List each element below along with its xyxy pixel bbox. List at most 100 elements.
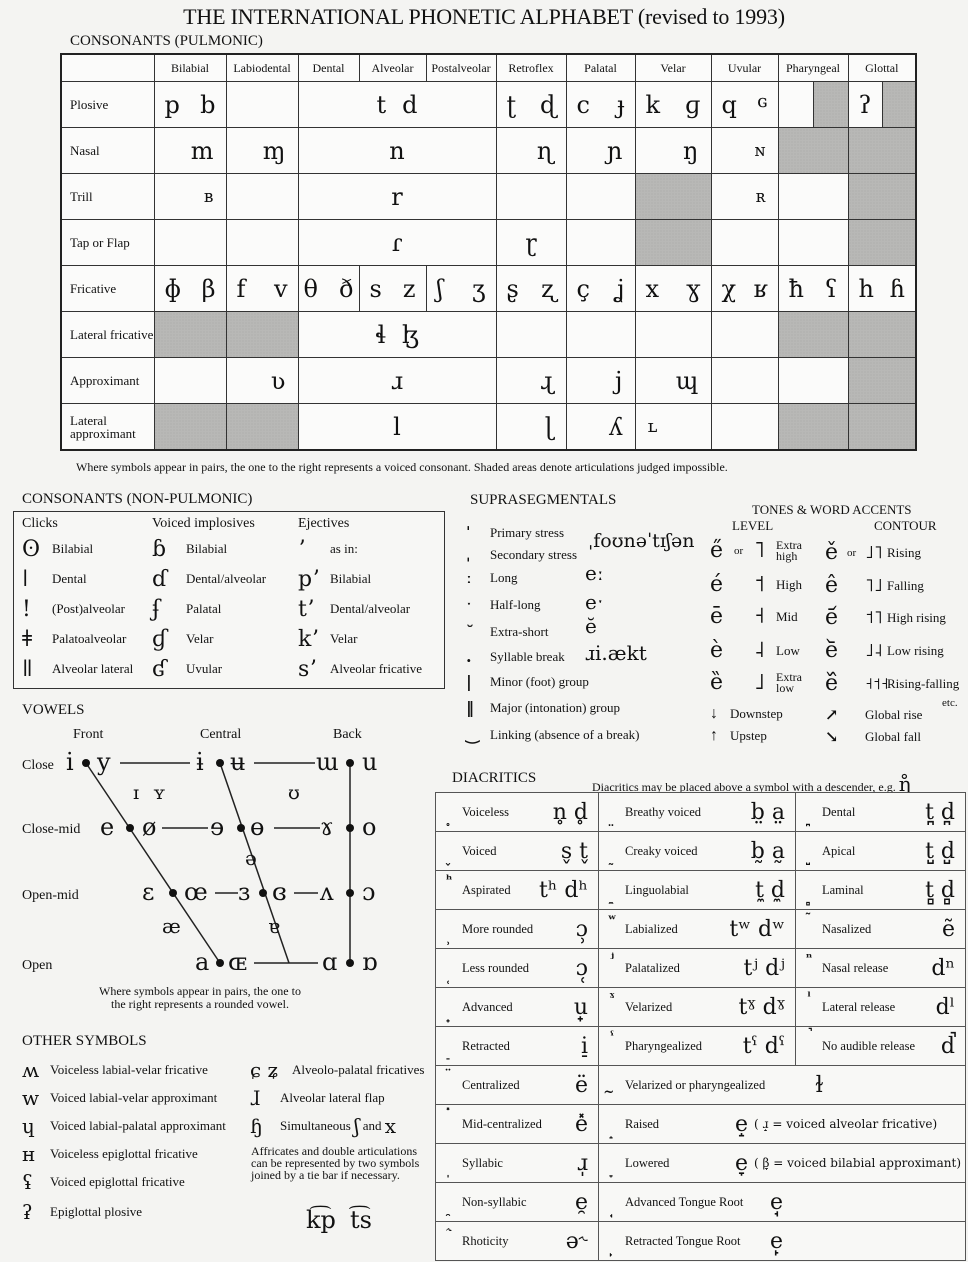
diacritic-example: d̚: [940, 1033, 955, 1059]
diacritic-cell: ʷ Labialized tʷ dʷ: [598, 909, 796, 949]
diacritic-mark-icon: ̤: [609, 812, 615, 827]
diacritic-mark-icon: ʰ: [445, 873, 453, 888]
tone-example: e᷈: [825, 671, 839, 696]
tone-label: High rising: [887, 609, 946, 625]
diacritic-row: ̈ Centralized ë ̴ Velarized or pharyngealiz…: [435, 1065, 966, 1105]
diacritic-mark-icon: ̹: [446, 929, 452, 944]
other-symbol-row: w Voiced labial-velar approximant: [22, 1086, 217, 1110]
secondary-stress-icon: ˌ: [466, 545, 471, 564]
diacritic-mark-icon: ˤ: [609, 1029, 615, 1044]
diacritic-example: tˤ dˤ: [742, 1033, 785, 1059]
tone-label: Falling: [887, 577, 924, 593]
diacritic-label: Voiced: [462, 843, 497, 858]
other-symbol-row: ʡ Epiglottal plosive: [22, 1200, 142, 1224]
diacritic-cell: ̝ Raised e̝ ( ɹ̝ = voiced alveolar fricativ…: [598, 1104, 966, 1144]
half-long-example: eˑ: [585, 590, 604, 614]
vowel-dot: [169, 889, 177, 897]
linking-icon: ‿: [466, 725, 479, 744]
other-symbol-row: ʍ Voiceless labial-velar fricative: [22, 1058, 208, 1082]
diacritic-example: t̼ d̼: [755, 877, 785, 903]
tone-level-row: ē ˧ Mid: [710, 604, 798, 629]
diacritic-cell: ̚ No audible release d̚: [795, 1026, 966, 1066]
ipa-symbol: ɦ: [889, 274, 905, 303]
vowel-symbol: e: [100, 813, 115, 841]
vowel-symbol: ɛ: [142, 878, 155, 906]
shaded-cell: [847, 127, 917, 174]
col-header: Pharyngeal: [777, 53, 849, 82]
vowel-symbol: ɪ: [133, 782, 140, 804]
vowel-dot: [216, 959, 224, 967]
diacritic-cell: ˡ Lateral release dˡ: [795, 987, 966, 1027]
ipa-symbol: ɕ ʑ: [250, 1058, 279, 1082]
ipa-symbol: ɡ: [685, 90, 701, 119]
diacritic-label: Advanced: [462, 999, 513, 1014]
vowel-symbol: ʊ: [288, 782, 300, 804]
diacritic-label: Linguolabial: [625, 882, 689, 897]
long-mark-icon: ː: [466, 568, 472, 587]
symbol-label: Voiced epiglottal fricative: [50, 1174, 185, 1189]
shaded-cell: [812, 81, 849, 128]
col-header: Palatal: [565, 53, 636, 82]
major-group-icon: ‖: [466, 698, 474, 717]
ipa-symbol: ʐ: [541, 274, 556, 303]
ipa-symbol: ʃ: [354, 1114, 360, 1138]
diacritic-example: dⁿ: [931, 955, 955, 981]
symbol-label: Voiced labial-palatal approximant: [50, 1118, 226, 1133]
tone-example: ȅ: [710, 670, 724, 695]
diacritic-row: ̯ Non-syllabic e̯ ̘ Advanced Tongue Root e̘: [435, 1182, 966, 1222]
diacritic-cell: ̰ Creaky voiced b̰ a̰: [598, 831, 796, 871]
supra-item: ˈ Primary stress: [466, 523, 564, 542]
tone-example: ē: [710, 604, 724, 629]
vowel-dot: [346, 759, 354, 767]
vowel-symbol: a: [195, 948, 210, 976]
tone-contour-row: ê ˥˩ Falling: [825, 573, 924, 598]
affricate-note: Affricates and double articulations can …: [251, 1144, 420, 1182]
diacritic-cell: ̩ Syllabic ɹ̩: [435, 1143, 599, 1183]
other-symbol-row: ɕ ʑ Alveolo-palatal fricatives: [250, 1058, 424, 1082]
ipa-symbol: h: [858, 274, 874, 303]
diacritics-heading: DIACRITICS: [452, 770, 537, 786]
diacritic-example: ë: [574, 1072, 588, 1098]
diacritic-cell: ̯ Non-syllabic e̯: [435, 1182, 599, 1222]
tone-label: Extra high: [776, 537, 802, 563]
diacritic-label: Lateral release: [822, 999, 896, 1014]
diacritic-label: Velarized: [625, 999, 673, 1014]
tone-label: Global fall: [865, 729, 921, 744]
symbol-label: Alveolo-palatal fricatives: [292, 1062, 425, 1077]
tone-letter-icon: ˦˥: [865, 607, 883, 628]
vowels-note: Where symbols appear in pairs, the one t…: [99, 984, 301, 1011]
ipa-symbol: ɟ: [616, 90, 625, 119]
symbol-label: Epiglottal plosive: [50, 1204, 143, 1219]
shaded-cell: [634, 219, 712, 266]
diacritic-example: t̻ d̻: [925, 877, 955, 903]
ipa-symbol: ŋ: [634, 127, 712, 174]
tone-letter-icon: ˧: [754, 604, 765, 629]
tone-level-row: é ˦ High: [710, 572, 802, 597]
tone-example: e᷄: [825, 605, 839, 630]
diacritic-cell: ˠ Velarized tˠ dˠ: [598, 987, 796, 1027]
global-fall-arrow-icon: ↘: [825, 729, 839, 746]
upstep-row: ↑ Upstep: [710, 727, 767, 745]
ipa-symbol: ʈ: [506, 90, 517, 119]
diacritic-cell: ̹ More rounded ɔ̹: [435, 909, 599, 949]
minor-group-icon: |: [466, 672, 472, 691]
diacritic-row: ̥ Voiceless n̥ d̥ ̤ Breathy voiced b̤ a̤ ̪ De…: [435, 792, 966, 832]
diacritic-example: ɔ̹: [575, 916, 588, 942]
diacritic-label: Pharyngealized: [625, 1038, 703, 1053]
ipa-symbol: ɥ: [22, 1114, 35, 1138]
ipa-symbol: c: [576, 90, 590, 119]
diacritic-cell: ̠ Retracted i̠: [435, 1026, 599, 1066]
shaded-cell: [847, 219, 917, 266]
upstep-arrow-icon: ↑: [710, 727, 718, 744]
diacritic-example: ɫ: [815, 1072, 824, 1098]
diacritic-mark-icon: ̃: [806, 912, 812, 927]
diacritic-label: Creaky voiced: [625, 843, 698, 858]
tone-letter-icon: ˩˥: [865, 542, 883, 563]
ipa-symbol: ʀ: [710, 173, 779, 220]
global-rise-arrow-icon: ↗: [825, 707, 839, 724]
half-long-icon: ˑ: [466, 595, 472, 614]
diacritic-mark-icon: ̯: [446, 1202, 452, 1217]
vowel-dot: [237, 824, 245, 832]
ipa-symbol: χ: [721, 274, 737, 303]
diacritic-example: e̯: [574, 1189, 588, 1215]
